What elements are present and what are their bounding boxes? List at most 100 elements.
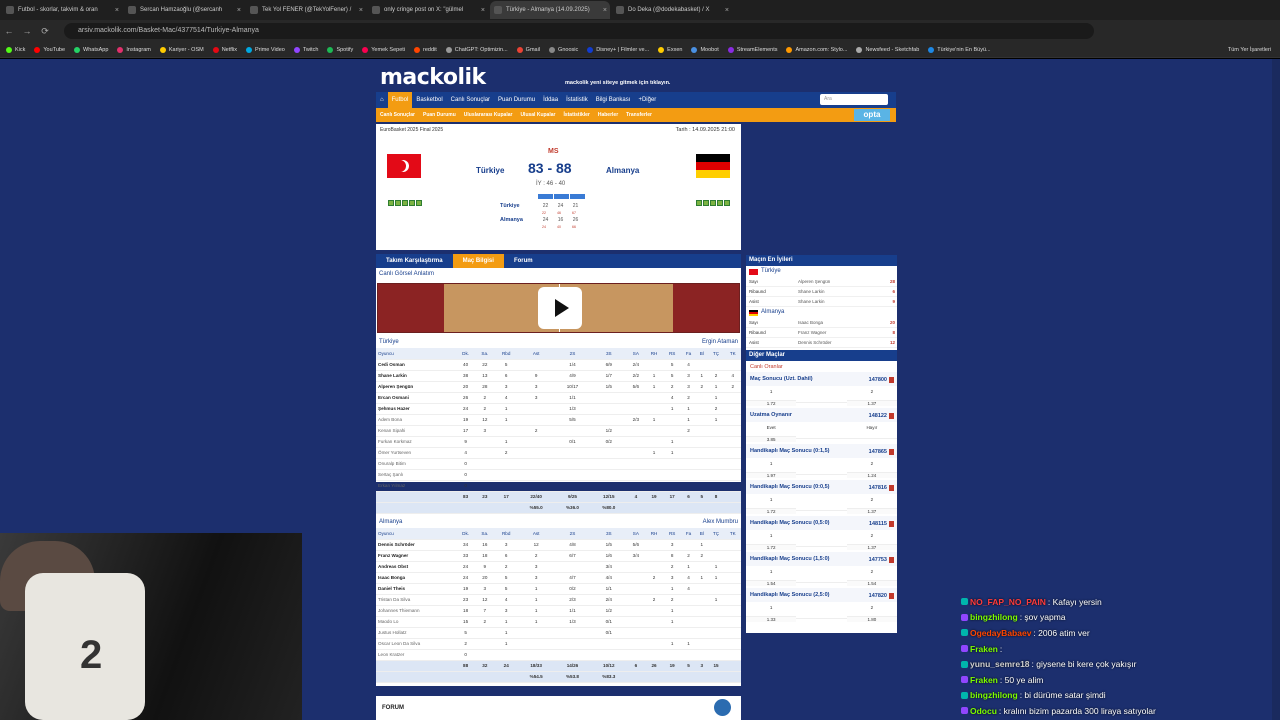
- odds-value[interactable]: 1.54: [846, 579, 897, 586]
- bookmark-item[interactable]: StreamElements: [727, 46, 777, 53]
- odds-value-row[interactable]: 3.85: [746, 433, 897, 444]
- bookmark-item[interactable]: Prime Video: [245, 46, 285, 53]
- stat-cell[interactable]: Onuralp Bitim: [376, 458, 456, 470]
- opta-logo[interactable]: opta: [854, 109, 890, 121]
- stats-icon[interactable]: [889, 485, 894, 491]
- new-site-link[interactable]: mackolik yeni siteye gitmek için tıklayı…: [565, 80, 670, 86]
- player-row[interactable]: Kenan Sipahi 17 3 2 1/2 2: [376, 425, 741, 437]
- nav-item[interactable]: +Diğer: [634, 92, 660, 108]
- subnav-item[interactable]: Ulusal Kupalar: [516, 112, 559, 118]
- player-row[interactable]: Şehmus Hazer 24 2 1 1/3 1 1 2: [376, 403, 741, 415]
- stat-cell[interactable]: Şehmus Hazer: [376, 403, 456, 415]
- player-row[interactable]: Daniel Theis 19 3 5 1 0/2 1/1 1 4: [376, 583, 741, 595]
- best-player-row[interactable]: Ribaund Franz Wagner 8: [746, 328, 897, 338]
- best-player-row[interactable]: Asist Shane Larkin 9: [746, 297, 897, 307]
- odds-value[interactable]: 1.24: [846, 471, 897, 478]
- chat-username[interactable]: Fraken: [970, 675, 998, 685]
- bookmark-item[interactable]: Kariyer - OSM: [159, 46, 204, 53]
- odds-value[interactable]: [796, 618, 847, 619]
- nav-item[interactable]: Puan Durumu: [494, 92, 539, 108]
- odds-value[interactable]: [796, 582, 847, 583]
- bookmark-item[interactable]: reddit: [414, 46, 437, 53]
- match-tab[interactable]: Takım Karşılaştırma: [376, 254, 453, 268]
- stat-cell[interactable]: Andreas Obst: [376, 561, 456, 573]
- bookmark-item[interactable]: YouTube: [34, 46, 65, 53]
- close-icon[interactable]: ×: [481, 7, 485, 14]
- odds-value[interactable]: [796, 402, 847, 403]
- user-icon[interactable]: [714, 699, 731, 716]
- odds-value-row[interactable]: 1.72 1.37: [746, 541, 897, 552]
- stat-cell[interactable]: Johannes Thiemann: [376, 605, 456, 617]
- bookmark-item[interactable]: Twitch: [293, 46, 318, 53]
- player-row[interactable]: Oscar Leon Da Silva 2 1 1 1: [376, 638, 741, 650]
- odds-value[interactable]: 1.72: [746, 399, 797, 406]
- subnav-item[interactable]: Canlı Sonuçlar: [376, 112, 419, 118]
- subnav-item[interactable]: Transferler: [622, 112, 656, 118]
- stat-cell[interactable]: Daniel Theis: [376, 583, 456, 595]
- chat-username[interactable]: OgedayBabaev: [970, 628, 1031, 638]
- odds-value-row[interactable]: 1.54 1.54: [746, 577, 897, 588]
- stats-icon[interactable]: [889, 413, 894, 419]
- player-row[interactable]: Justus Hollatz 5 1 0/1: [376, 627, 741, 639]
- browser-tab[interactable]: Sercan Hamzaoğlu (@sercanh ×: [124, 1, 244, 19]
- site-logo[interactable]: mackolik: [380, 65, 486, 90]
- subnav-item[interactable]: Haberler: [594, 112, 622, 118]
- odds-market-title[interactable]: Handikaplı Maç Sonucu (2,5:0) 147820: [746, 588, 897, 602]
- search-input[interactable]: Ara: [820, 94, 888, 105]
- odds-value[interactable]: [846, 438, 897, 439]
- odds-market-title[interactable]: Handikaplı Maç Sonucu (1,5:0) 147753: [746, 552, 897, 566]
- bookmark-item[interactable]: Amazon.com: Stylo...: [786, 46, 847, 53]
- stat-cell[interactable]: Alperen Şengün: [376, 381, 456, 393]
- odds-value[interactable]: 1.37: [846, 399, 897, 406]
- odds-value[interactable]: 1.37: [846, 507, 897, 514]
- player-row[interactable]: Onuralp Bitim 0: [376, 458, 741, 470]
- nav-item[interactable]: İstatistik: [562, 92, 592, 108]
- odds-market-title[interactable]: Handikaplı Maç Sonucu (0:1,5) 147865: [746, 444, 897, 458]
- chat-username[interactable]: yunu_semre18: [970, 659, 1030, 669]
- close-icon[interactable]: ×: [359, 7, 363, 14]
- close-icon[interactable]: ×: [115, 7, 119, 14]
- nav-item[interactable]: İddaa: [539, 92, 562, 108]
- odds-market-title[interactable]: Handikaplı Maç Sonucu (0:0,5) 147816: [746, 480, 897, 494]
- player-row[interactable]: Ömer Yurtseven 4 2 1 1: [376, 447, 741, 459]
- bookmark-item[interactable]: Kick: [6, 46, 25, 53]
- bookmark-item[interactable]: Spotify: [327, 46, 353, 53]
- odds-value[interactable]: 1.72: [746, 507, 797, 514]
- player-row[interactable]: Andreas Obst 24 9 2 3 3/4 2 1 1: [376, 561, 741, 573]
- stat-cell[interactable]: Shane Larkin: [376, 370, 456, 382]
- odds-value[interactable]: [796, 510, 847, 511]
- bookmark-item[interactable]: Yemek Sepeti: [362, 46, 405, 53]
- stat-cell[interactable]: Furkan Korkmaz: [376, 436, 456, 448]
- forward-icon[interactable]: →: [18, 26, 36, 36]
- all-bookmarks-button[interactable]: Tüm Yer İşaretleri: [1228, 47, 1271, 53]
- bookmark-item[interactable]: Gmail: [516, 46, 540, 53]
- bookmark-item[interactable]: Moobot: [691, 46, 719, 53]
- bookmark-item[interactable]: Gnoosic: [549, 46, 578, 53]
- home-icon[interactable]: ⌂: [376, 92, 388, 108]
- bookmark-item[interactable]: ChatGPT: Optimizin...: [445, 46, 508, 53]
- live-odds-label[interactable]: Canlı Oranlar: [746, 361, 897, 372]
- odds-value[interactable]: [796, 474, 847, 475]
- close-icon[interactable]: ×: [725, 7, 729, 14]
- browser-tab[interactable]: Futbol - skorlar, takvim & oran ×: [2, 1, 122, 19]
- player-row[interactable]: Leon Kratzer 0: [376, 649, 741, 661]
- close-icon[interactable]: ×: [603, 7, 607, 14]
- odds-value-row[interactable]: 1.72 1.37: [746, 397, 897, 408]
- chat-username[interactable]: bingzhilong: [970, 690, 1018, 700]
- best-player-row[interactable]: Sayı Isaac Bonga 20: [746, 318, 897, 328]
- bookmark-item[interactable]: Netflix: [212, 46, 237, 53]
- odds-value[interactable]: 1.72: [746, 543, 797, 550]
- bookmark-item[interactable]: Instagram: [117, 46, 151, 53]
- browser-tab[interactable]: Do Deka (@dodekabasket) / X ×: [612, 1, 732, 19]
- germany-flag-icon[interactable]: [696, 154, 730, 178]
- best-player-row[interactable]: Ribaund Shane Larkin 6: [746, 287, 897, 297]
- player-row[interactable]: Sertaç Şanlı 0: [376, 469, 741, 481]
- odds-value[interactable]: [796, 546, 847, 547]
- bookmark-item[interactable]: Disney+ | Filmler ve...: [587, 46, 649, 53]
- stats-icon[interactable]: [889, 449, 894, 455]
- away-box-team[interactable]: Almanya: [379, 519, 402, 525]
- odds-value[interactable]: 1.37: [846, 543, 897, 550]
- stat-cell[interactable]: Ömer Yurtseven: [376, 447, 456, 459]
- subnav-item[interactable]: Uluslararası Kupalar: [460, 112, 517, 118]
- stat-cell[interactable]: Cedi Osman: [376, 359, 456, 371]
